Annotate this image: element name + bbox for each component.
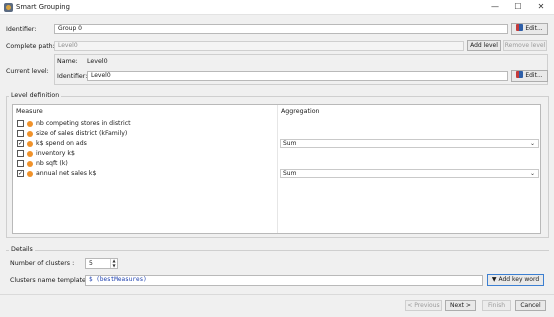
template-input[interactable]: $ (bestMeasures) [85, 275, 483, 286]
chevron-down-icon: ⌄ [529, 140, 535, 147]
column-header-measure: Measure [16, 108, 43, 115]
identifier-input[interactable]: Group 0 [54, 24, 508, 34]
measure-checkbox[interactable]: ✓ [17, 170, 24, 177]
measure-label: nb sqft (k) [36, 160, 68, 167]
measure-checkbox[interactable]: ✓ [17, 140, 24, 147]
complete-path-field: Level0 [54, 41, 464, 51]
window-title: Smart Grouping [16, 3, 70, 11]
measure-icon [27, 130, 33, 137]
cancel-button[interactable]: Cancel [515, 300, 546, 311]
table-row: ✓ k$ spend on ads Sum ⌄ [13, 139, 540, 148]
next-button[interactable]: Next > [445, 300, 476, 311]
level-name-label: Name: [57, 58, 78, 65]
clusters-stepper[interactable]: 5 ▲ ▼ [85, 258, 118, 269]
measure-label: nb competing stores in district [36, 120, 131, 127]
edit-icon [516, 24, 524, 31]
table-row: nb sqft (k) [13, 159, 540, 168]
title-bar: Smart Grouping — ☐ ✕ [0, 0, 554, 15]
measure-checkbox[interactable] [17, 160, 24, 167]
previous-button[interactable]: < Previous [405, 300, 442, 311]
measure-icon [27, 120, 33, 127]
edit-icon [516, 71, 524, 78]
table-row: ✓ annual net sales k$ Sum ⌄ [13, 169, 540, 178]
measure-checkbox[interactable] [17, 130, 24, 137]
chevron-down-icon: ⌄ [529, 170, 535, 177]
dropdown-arrow-icon: ▼ [491, 276, 497, 283]
finish-button[interactable]: Finish [482, 300, 511, 311]
measure-label: inventory k$ [36, 150, 75, 157]
template-value: $ (bestMeasures) [89, 276, 147, 283]
table-row: inventory k$ [13, 149, 540, 158]
level-definition-legend: Level definition [9, 92, 62, 99]
template-label: Clusters name template : [10, 277, 91, 284]
level-name-value: Level0 [87, 58, 108, 65]
measure-checkbox[interactable] [17, 150, 24, 157]
measure-icon [27, 170, 33, 177]
clusters-value: 5 [89, 260, 93, 267]
measure-label: size of sales district (kFamily) [36, 130, 128, 137]
app-icon [4, 3, 13, 12]
measure-icon [27, 150, 33, 157]
level-identifier-input[interactable]: Level0 [87, 71, 508, 81]
maximize-button[interactable]: ☐ [507, 1, 529, 13]
details-legend: Details [9, 246, 35, 253]
add-level-button[interactable]: Add level [467, 40, 501, 51]
clusters-label: Number of clusters : [10, 260, 75, 267]
aggregation-select[interactable]: Sum ⌄ [280, 139, 539, 148]
measures-table: Measure Aggregation nb competing stores … [12, 104, 541, 234]
column-header-aggregation: Aggregation [281, 108, 320, 115]
current-level-label: Current level: [6, 68, 49, 75]
measure-label: k$ spend on ads [36, 140, 87, 147]
complete-path-label: Complete path: [6, 43, 55, 50]
identifier-label: Identifier: [6, 26, 37, 33]
stepper-arrows[interactable]: ▲ ▼ [110, 258, 117, 268]
minimize-button[interactable]: — [484, 1, 506, 13]
measure-checkbox[interactable] [17, 120, 24, 127]
table-row: size of sales district (kFamily) [13, 129, 540, 138]
measure-label: annual net sales k$ [36, 170, 97, 177]
measure-icon [27, 160, 33, 167]
identifier-edit-button[interactable]: Edit... [511, 23, 548, 35]
remove-level-button[interactable]: Remove level [503, 40, 547, 51]
aggregation-select[interactable]: Sum ⌄ [280, 169, 539, 178]
table-row: nb competing stores in district [13, 119, 540, 128]
footer-divider [0, 294, 554, 295]
level-identifier-edit-button[interactable]: Edit... [511, 70, 548, 82]
level-identifier-label: Identifier: [57, 73, 88, 80]
measure-icon [27, 140, 33, 147]
close-button[interactable]: ✕ [530, 1, 552, 13]
add-keyword-button[interactable]: ▼ Add key word [487, 274, 544, 286]
